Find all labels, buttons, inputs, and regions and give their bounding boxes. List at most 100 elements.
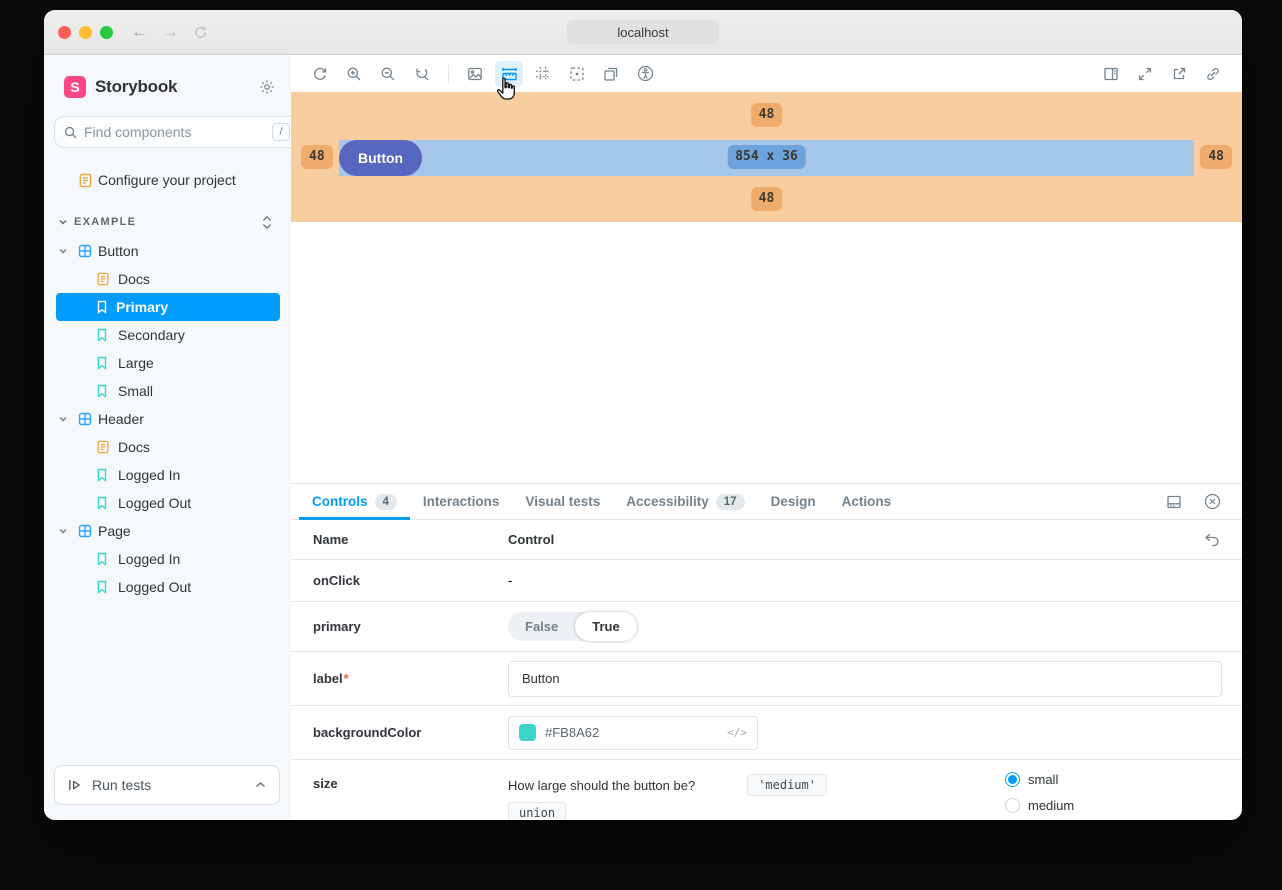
zoom-in-button[interactable] (340, 61, 368, 87)
radio-dot[interactable] (1005, 798, 1020, 813)
radio-dot[interactable] (1005, 772, 1020, 787)
control-row-background-color: backgroundColor #FB8A62 </> (291, 706, 1242, 760)
sidebar-item-button-large[interactable]: Large (44, 349, 291, 377)
panel-position-button[interactable] (1160, 489, 1188, 515)
required-asterisk: * (344, 671, 349, 686)
zoom-out-button[interactable] (374, 61, 402, 87)
controls-count-badge: 4 (375, 494, 397, 510)
backgrounds-button[interactable] (461, 61, 489, 87)
chevron-down-icon (58, 217, 74, 227)
browser-back-icon[interactable]: ← (131, 22, 148, 42)
tab-visual-tests[interactable]: Visual tests (512, 484, 613, 519)
remount-component-button[interactable] (306, 61, 334, 87)
story-canvas[interactable]: Button 48 48 48 48 854 x 36 (291, 92, 1242, 483)
header-control: Control (508, 532, 1204, 547)
zoom-window-button[interactable] (100, 26, 113, 39)
bookmark-icon (96, 580, 116, 594)
reset-controls-icon[interactable] (1204, 533, 1242, 547)
tab-interactions[interactable]: Interactions (410, 484, 513, 519)
toggle-sidebar-button[interactable] (1097, 61, 1125, 87)
size-description: How large should the button be? (508, 778, 695, 793)
measure-button[interactable] (495, 61, 523, 87)
sidebar-section-example[interactable]: EXAMPLE (44, 207, 291, 237)
onclick-value: - (508, 573, 512, 588)
controls-table: Name Control onClick - primary (291, 520, 1242, 820)
sidebar-item-header-docs[interactable]: Docs (44, 433, 291, 461)
sidebar-item-button-primary[interactable]: Primary (56, 293, 280, 321)
sidebar-item-page-logged-in[interactable]: Logged In (44, 545, 291, 573)
reset-zoom-button[interactable] (408, 61, 436, 87)
bookmark-icon (96, 552, 116, 566)
sidebar-item-button[interactable]: Button (44, 237, 291, 265)
chevron-up-icon[interactable] (255, 781, 266, 789)
minimize-window-button[interactable] (79, 26, 92, 39)
search-shortcut-badge: / (272, 123, 290, 141)
sidebar: S Storybook / (44, 55, 291, 820)
accessibility-vision-button[interactable] (631, 61, 659, 87)
sidebar-item-configure-project[interactable]: Configure your project (44, 165, 291, 195)
raw-value-toggle-icon[interactable]: </> (727, 726, 747, 739)
controls-table-header: Name Control (291, 520, 1242, 560)
browser-titlebar: ← → localhost (44, 10, 1242, 55)
color-swatch[interactable] (519, 724, 536, 741)
radio-option-medium[interactable]: medium (1005, 798, 1074, 813)
sidebar-item-button-docs[interactable]: Docs (44, 265, 291, 293)
docs-icon (96, 440, 116, 454)
run-tests-button[interactable]: Run tests (54, 765, 280, 805)
canvas-toolbar (291, 55, 1242, 92)
bookmark-icon (96, 300, 114, 314)
radio-option-small[interactable]: small (1005, 772, 1074, 787)
tab-controls[interactable]: Controls 4 (299, 484, 410, 519)
component-icon (78, 244, 96, 258)
search-icon (64, 126, 77, 139)
toggle-false-option[interactable]: False (508, 612, 575, 641)
url-text: localhost (617, 25, 668, 40)
sidebar-item-button-small[interactable]: Small (44, 377, 291, 405)
toggle-true-option[interactable]: True (575, 612, 636, 641)
traffic-lights (58, 26, 113, 39)
addon-panel: Controls 4 Interactions Visual tests Acc… (291, 483, 1242, 820)
sidebar-item-header-logged-out[interactable]: Logged Out (44, 489, 291, 517)
fullscreen-button[interactable] (1131, 61, 1159, 87)
sidebar-item-header-logged-in[interactable]: Logged In (44, 461, 291, 489)
browser-window: ← → localhost S Storybook (44, 10, 1242, 820)
close-window-button[interactable] (58, 26, 71, 39)
label-text-input[interactable] (508, 661, 1222, 697)
control-row-label: label* (291, 652, 1242, 706)
close-panel-button[interactable] (1198, 489, 1226, 515)
open-new-tab-button[interactable] (1165, 61, 1193, 87)
collapse-expand-all-icon[interactable] (261, 215, 273, 230)
accessibility-count-badge: 17 (716, 494, 745, 510)
chevron-down-icon[interactable] (58, 246, 74, 256)
outline-button[interactable] (563, 61, 591, 87)
size-default-badge: 'medium' (747, 774, 827, 796)
grid-button[interactable] (529, 61, 557, 87)
settings-gear-icon[interactable] (259, 79, 275, 95)
url-bar[interactable]: localhost (567, 20, 719, 44)
component-icon (78, 524, 96, 538)
tab-accessibility[interactable]: Accessibility 17 (613, 484, 757, 519)
chevron-down-icon[interactable] (58, 526, 74, 536)
docs-icon (78, 173, 96, 188)
margin-bottom-badge: 48 (751, 187, 783, 211)
background-color-picker[interactable]: #FB8A62 </> (508, 716, 758, 750)
search-input[interactable] (84, 124, 265, 140)
bookmark-icon (96, 496, 116, 510)
sidebar-item-button-secondary[interactable]: Secondary (44, 321, 291, 349)
search-box[interactable]: / (54, 116, 321, 148)
primary-boolean-toggle[interactable]: False True (508, 612, 637, 641)
snapshot-layers-icon[interactable] (597, 61, 625, 87)
chevron-down-icon[interactable] (58, 414, 74, 424)
tab-actions[interactable]: Actions (829, 484, 905, 519)
story-button-component[interactable]: Button (339, 140, 422, 176)
browser-forward-icon[interactable]: → (162, 22, 179, 42)
control-row-size: size How large should the button be? 'me… (291, 760, 1242, 820)
addon-tabbar: Controls 4 Interactions Visual tests Acc… (291, 484, 1242, 520)
sidebar-item-header[interactable]: Header (44, 405, 291, 433)
copy-link-button[interactable] (1199, 61, 1227, 87)
browser-reload-icon[interactable] (193, 25, 208, 40)
margin-right-badge: 48 (1200, 145, 1232, 169)
sidebar-item-page-logged-out[interactable]: Logged Out (44, 573, 291, 601)
sidebar-item-page[interactable]: Page (44, 517, 291, 545)
tab-design[interactable]: Design (758, 484, 829, 519)
